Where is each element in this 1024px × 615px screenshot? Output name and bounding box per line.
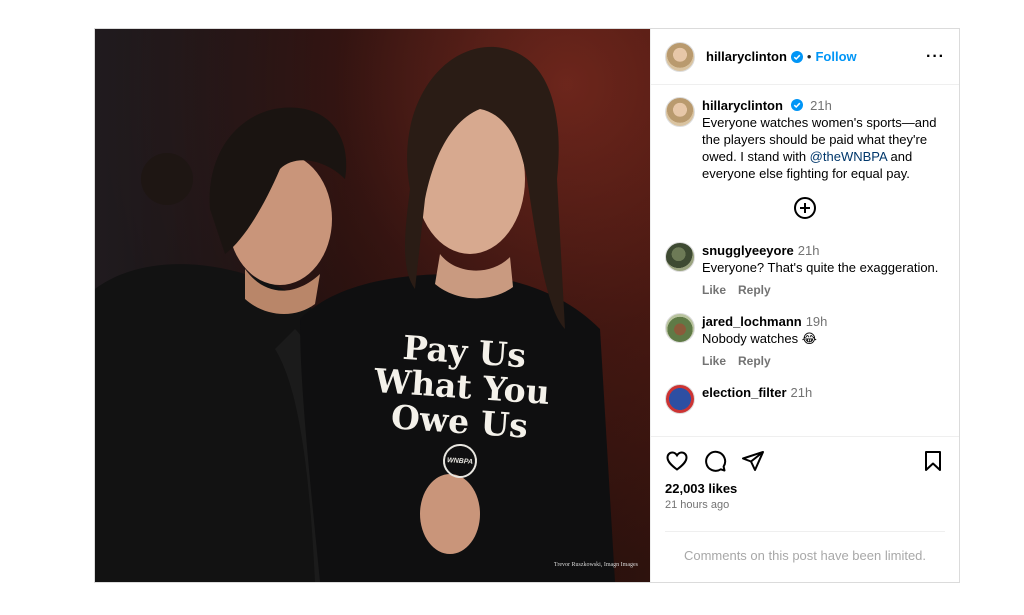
comment-body: election_filter 21h	[702, 384, 945, 414]
avatar[interactable]	[665, 97, 695, 127]
comments-limited-notice: Comments on this post have been limited.	[665, 531, 945, 563]
post-footer: 22,003 likes 21 hours ago Comments on th…	[651, 436, 959, 582]
side-panel: hillaryclinton • Follow ··· hillaryclint…	[650, 29, 959, 582]
bookmark-icon[interactable]	[921, 449, 945, 473]
shirt-slogan: Pay Us What You Owe Us	[354, 327, 571, 446]
caption: hillaryclinton 21h Everyone watches wome…	[665, 97, 945, 182]
comment-time[interactable]: 19h	[806, 314, 828, 329]
avatar[interactable]	[665, 384, 695, 414]
load-more-comments[interactable]	[665, 196, 945, 220]
wnbpa-logo-text: WNBPA	[446, 456, 474, 466]
photo-credit: Trevor Ruszkowski, Imagn Images	[553, 562, 638, 568]
comment-username[interactable]: snugglyeeyore	[702, 243, 794, 258]
left-player-hand	[420, 474, 480, 554]
comments-section[interactable]: hillaryclinton 21h Everyone watches wome…	[651, 85, 959, 436]
comment-actions: Like Reply	[702, 353, 945, 370]
like-comment-button[interactable]: Like	[702, 354, 726, 368]
comment-username[interactable]: election_filter	[702, 385, 787, 400]
comment-item: election_filter 21h	[665, 384, 945, 414]
verified-icon	[790, 99, 803, 111]
reply-button[interactable]: Reply	[738, 354, 771, 368]
comment-actions: Like Reply	[702, 282, 945, 299]
header-username[interactable]: hillaryclinton	[706, 49, 787, 64]
avatar[interactable]	[665, 41, 695, 72]
comment-time[interactable]: 21h	[791, 385, 813, 400]
like-comment-button[interactable]: Like	[702, 283, 726, 297]
post-modal: Pay Us What You Owe Us WNBPA Trevor Rusz…	[94, 28, 960, 583]
comment-icon[interactable]	[703, 449, 727, 473]
comment-text: Nobody watches 😂	[702, 331, 817, 346]
follow-button[interactable]: Follow	[815, 49, 856, 64]
left-player-bun	[141, 153, 193, 205]
avatar[interactable]	[665, 313, 695, 343]
photo-illustration	[95, 46, 615, 582]
post-time[interactable]: 21 hours ago	[665, 499, 945, 511]
comment-time[interactable]: 21h	[798, 243, 820, 258]
like-count[interactable]: 22,003 likes	[665, 481, 945, 496]
avatar[interactable]	[665, 242, 695, 272]
add-circle-icon[interactable]	[793, 196, 817, 220]
comment-username[interactable]: jared_lochmann	[702, 314, 802, 329]
mention-link[interactable]: @theWNBPA	[810, 149, 887, 164]
heart-icon[interactable]	[665, 449, 689, 473]
action-bar	[665, 449, 945, 473]
caption-body: hillaryclinton 21h Everyone watches wome…	[702, 97, 945, 182]
comment-text: Everyone? That's quite the exaggeration.	[702, 260, 939, 275]
caption-time[interactable]: 21h	[810, 98, 832, 113]
post-header: hillaryclinton • Follow ···	[651, 29, 959, 85]
comment-item: jared_lochmann 19h Nobody watches 😂 Like R…	[665, 313, 945, 370]
header-separator: •	[806, 49, 812, 64]
verified-icon	[790, 50, 803, 63]
share-icon[interactable]	[741, 449, 765, 473]
caption-username[interactable]: hillaryclinton	[702, 98, 783, 113]
comment-body: snugglyeeyore 21h Everyone? That's quite …	[702, 242, 945, 299]
comment-item: snugglyeeyore 21h Everyone? That's quite …	[665, 242, 945, 299]
reply-button[interactable]: Reply	[738, 283, 771, 297]
post-photo[interactable]: Pay Us What You Owe Us WNBPA Trevor Rusz…	[95, 29, 650, 582]
more-options-icon[interactable]: ···	[926, 48, 945, 64]
comment-body: jared_lochmann 19h Nobody watches 😂 Like R…	[702, 313, 945, 370]
